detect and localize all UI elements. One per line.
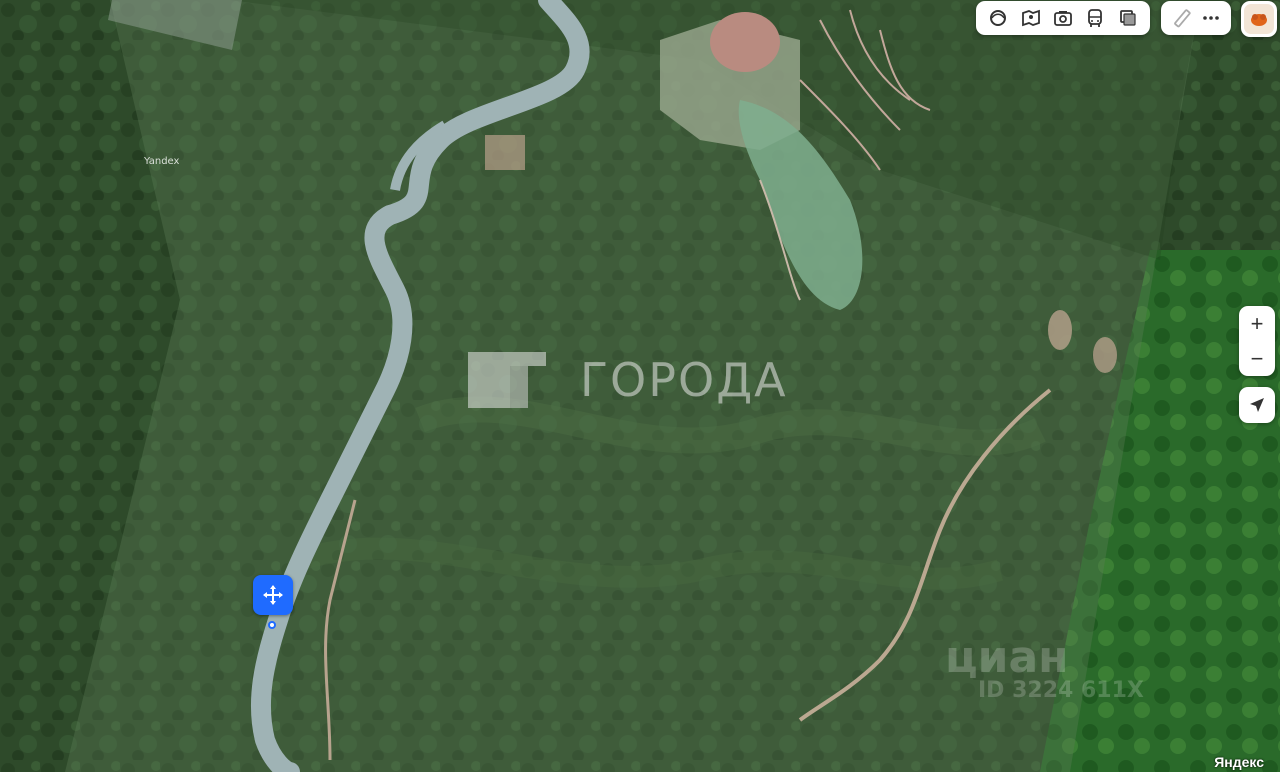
ruler-icon[interactable] [1167,1,1196,35]
traffic-icon[interactable] [1112,1,1144,35]
navigation-arrow-icon [1250,398,1264,412]
layers-icon[interactable] [982,1,1014,35]
location-point [268,621,276,629]
watermark-text: ГОРОДА [580,353,788,407]
zoom-out-button[interactable]: − [1239,341,1275,376]
map-tools-toolbar [1161,1,1231,35]
photo-icon[interactable] [1047,1,1079,35]
gorod-logo [468,352,546,408]
zoom-in-button[interactable]: + [1239,306,1275,341]
move-arrows-icon [263,585,283,605]
cian-watermark: циан [945,632,1069,683]
tile-watermark-label: Yandex [144,156,180,167]
more-icon[interactable] [1196,1,1225,35]
cian-id-watermark: ID 3224 611X [978,678,1144,703]
map-layers-toolbar [976,1,1150,35]
geolocation-button[interactable] [1239,387,1275,423]
panorama-icon[interactable] [1014,1,1046,35]
transport-icon[interactable] [1079,1,1111,35]
user-avatar[interactable] [1241,1,1277,37]
yandex-copyright[interactable]: Яндекс [1214,754,1264,770]
zoom-control: + − [1239,306,1275,376]
gorod-watermark: ГОРОДА [468,352,788,408]
avatar-image [1244,4,1274,34]
drag-move-handle[interactable] [253,575,293,615]
